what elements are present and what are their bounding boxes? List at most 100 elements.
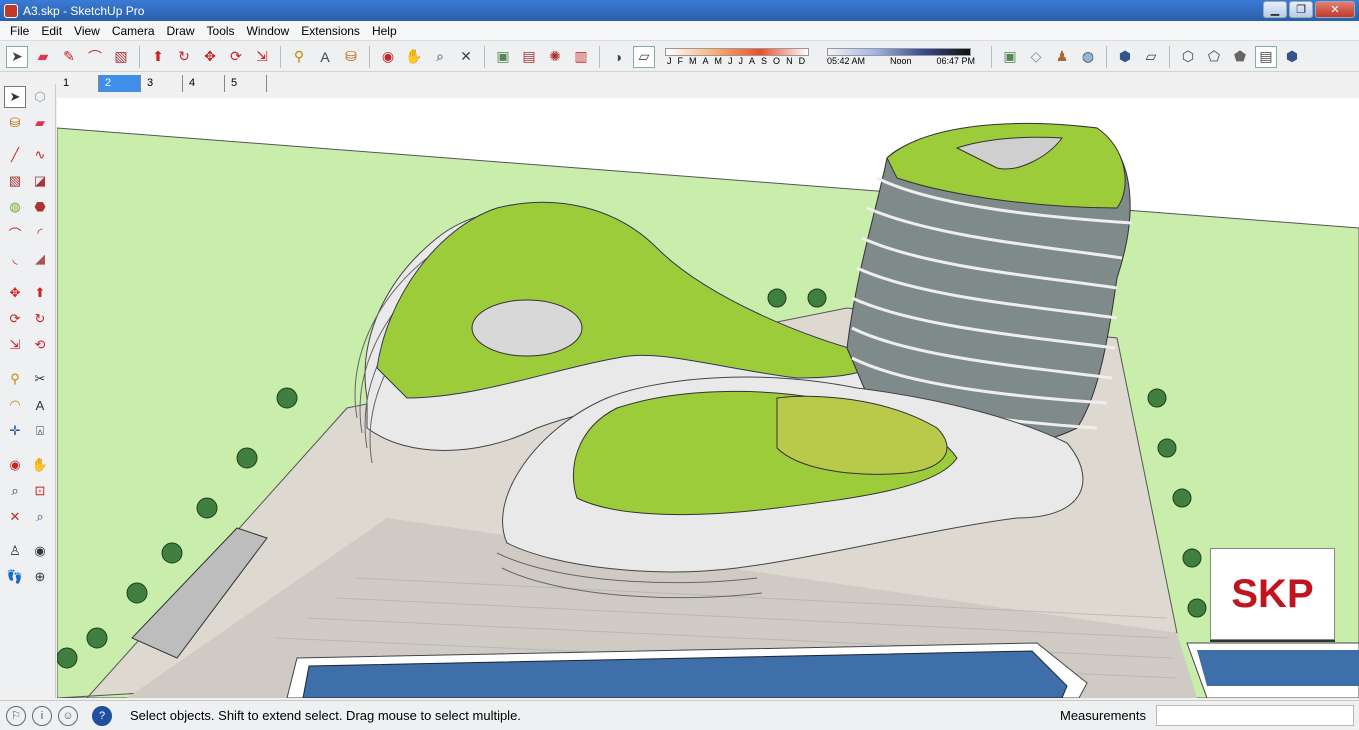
protractor-tool-icon[interactable]: ◠ [4, 394, 26, 416]
orbit-icon[interactable]: ◉ [377, 46, 399, 68]
follow-me-icon[interactable]: ↻ [173, 46, 195, 68]
month-label: M [714, 55, 723, 66]
rotate-icon[interactable]: ⟳ [225, 46, 247, 68]
iso-view-icon[interactable]: ⬢ [1114, 46, 1136, 68]
component-icon[interactable]: ⬡ [29, 86, 51, 108]
sandbox-icon[interactable]: ◇ [1025, 46, 1047, 68]
fog-icon[interactable]: ▱ [633, 45, 655, 68]
share-model-icon[interactable]: ▤ [518, 46, 540, 68]
pie-tool-icon[interactable]: ◢ [29, 248, 51, 270]
rectangle-icon[interactable]: ▧ [110, 46, 132, 68]
paint-bucket-icon[interactable]: ⛁ [340, 46, 362, 68]
warehouse-model-icon[interactable]: ▣ [999, 46, 1021, 68]
look-around-icon[interactable]: ◉ [29, 540, 51, 562]
axes-tool-icon[interactable]: ✛ [4, 420, 26, 442]
tape-measure-tool-icon[interactable]: ⚲ [4, 368, 26, 390]
move-tool-icon[interactable]: ✥ [4, 282, 26, 304]
text-tool-icon[interactable]: A [29, 394, 51, 416]
previous-view-icon[interactable]: ⌕ [29, 506, 51, 528]
zoom-window-icon[interactable]: ⊡ [29, 480, 51, 502]
freehand-tool-icon[interactable]: ∿ [29, 144, 51, 166]
scale-tool-icon[interactable]: ⇲ [4, 334, 26, 356]
main-toolbar: ➤ ▰ ✎ ⌒ ▧ ⬆ ↻ ✥ ⟳ ⇲ ⚲ A ⛁ ◉ ✋ ⌕ ✕ ▣ ▤ ✺ … [0, 42, 1359, 72]
pan-icon[interactable]: ✋ [403, 46, 425, 68]
scene-tab-2[interactable]: 2 [99, 74, 141, 92]
arc-icon[interactable]: ⌒ [84, 46, 106, 68]
select-tool-icon[interactable]: ➤ [4, 86, 26, 108]
person-icon[interactable]: ♟ [1051, 46, 1073, 68]
arc-tool-icon[interactable]: ⌒ [4, 222, 26, 244]
paint-bucket-tool-icon[interactable]: ⛁ [4, 112, 26, 134]
time-slider[interactable] [827, 47, 971, 56]
polygon-tool-icon[interactable]: ⬣ [29, 196, 51, 218]
push-pull-icon[interactable]: ⬆ [147, 46, 169, 68]
select-icon[interactable]: ➤ [6, 45, 28, 68]
geo-location-status-icon[interactable]: ⚐ [6, 705, 26, 726]
menu-view[interactable]: View [68, 24, 106, 38]
menu-camera[interactable]: Camera [106, 24, 161, 38]
warehouse-icon[interactable]: ▣ [492, 46, 514, 68]
maximize-button[interactable]: ❐ [1289, 1, 1313, 18]
menu-help[interactable]: Help [366, 24, 403, 38]
text-icon[interactable]: A [314, 46, 336, 68]
geo-location-icon[interactable]: ◍ [1077, 46, 1099, 68]
rectangle-tool-icon[interactable]: ▧ [4, 170, 26, 192]
hidden-line-icon[interactable]: ⬠ [1203, 46, 1225, 68]
close-button[interactable]: ✕ [1315, 1, 1355, 18]
menu-tools[interactable]: Tools [201, 24, 241, 38]
textured-icon[interactable]: ▤ [1255, 45, 1277, 68]
3d-text-tool-icon[interactable]: ⍓ [29, 420, 51, 442]
eraser-icon[interactable]: ▰ [32, 46, 54, 68]
monochrome-icon[interactable]: ⬢ [1281, 46, 1303, 68]
wireframe-icon[interactable]: ⬡ [1177, 46, 1199, 68]
tape-measure-icon[interactable]: ⚲ [288, 46, 310, 68]
menu-window[interactable]: Window [241, 24, 296, 38]
help-icon[interactable]: ? [92, 705, 112, 726]
move-icon[interactable]: ✥ [199, 46, 221, 68]
month-slider[interactable] [665, 47, 809, 56]
shadow-month-control[interactable]: J F M A M J J A S O N D [665, 47, 809, 66]
pan-tool-icon[interactable]: ✋ [29, 454, 51, 476]
menu-draw[interactable]: Draw [161, 24, 201, 38]
shaded-icon[interactable]: ⬟ [1229, 46, 1251, 68]
minimize-button[interactable]: ▁ [1263, 1, 1287, 18]
top-view-icon[interactable]: ▱ [1140, 46, 1162, 68]
shadow-time-control[interactable]: 05:42 AM Noon 06:47 PM [827, 47, 975, 66]
position-camera-icon[interactable]: ♙ [4, 540, 26, 562]
rotated-rectangle-icon[interactable]: ◪ [29, 170, 51, 192]
push-pull-tool-icon[interactable]: ⬆ [29, 282, 51, 304]
credits-info-icon[interactable]: i [32, 705, 52, 726]
scene-tab-3[interactable]: 3 [141, 74, 183, 92]
scene-tab-4[interactable]: 4 [183, 74, 225, 92]
user-account-icon[interactable]: ☺ [58, 705, 78, 726]
follow-me-tool-icon[interactable]: ↻ [29, 308, 51, 330]
zoom-extents-tool-icon[interactable]: ✕ [4, 506, 26, 528]
rotate-tool-icon[interactable]: ⟳ [4, 308, 26, 330]
scene-tab-5[interactable]: 5 [225, 74, 267, 92]
two-point-arc-icon[interactable]: ◜ [29, 222, 51, 244]
shadow-toggle-icon[interactable]: ◑ [607, 46, 629, 68]
walk-tool-icon[interactable]: 👣 [4, 566, 26, 588]
menu-extensions[interactable]: Extensions [295, 24, 366, 38]
section-plane-icon[interactable]: ⊕ [29, 566, 51, 588]
model-viewport[interactable] [57, 98, 1359, 698]
zoom-tool-icon[interactable]: ⌕ [4, 480, 26, 502]
three-point-arc-icon[interactable]: ◟ [4, 248, 26, 270]
pencil-icon[interactable]: ✎ [58, 46, 80, 68]
orbit-tool-icon[interactable]: ◉ [4, 454, 26, 476]
menu-file[interactable]: File [4, 24, 35, 38]
menu-edit[interactable]: Edit [35, 24, 68, 38]
zoom-extents-icon[interactable]: ✕ [455, 46, 477, 68]
layout-icon[interactable]: ▥ [570, 46, 592, 68]
dimension-tool-icon[interactable]: ✂ [29, 368, 51, 390]
zoom-icon[interactable]: ⌕ [429, 46, 451, 68]
line-tool-icon[interactable]: ╱ [4, 144, 26, 166]
extension-warehouse-icon[interactable]: ✺ [544, 46, 566, 68]
offset-tool-icon[interactable]: ⟲ [29, 334, 51, 356]
circle-tool-icon[interactable]: ◍ [4, 196, 26, 218]
sketchup-app-icon[interactable] [4, 3, 18, 18]
eraser-tool-icon[interactable]: ▰ [29, 112, 51, 134]
measurements-input[interactable] [1156, 705, 1354, 726]
scale-icon[interactable]: ⇲ [251, 46, 273, 68]
scene-tab-1[interactable]: 1 [57, 74, 99, 92]
